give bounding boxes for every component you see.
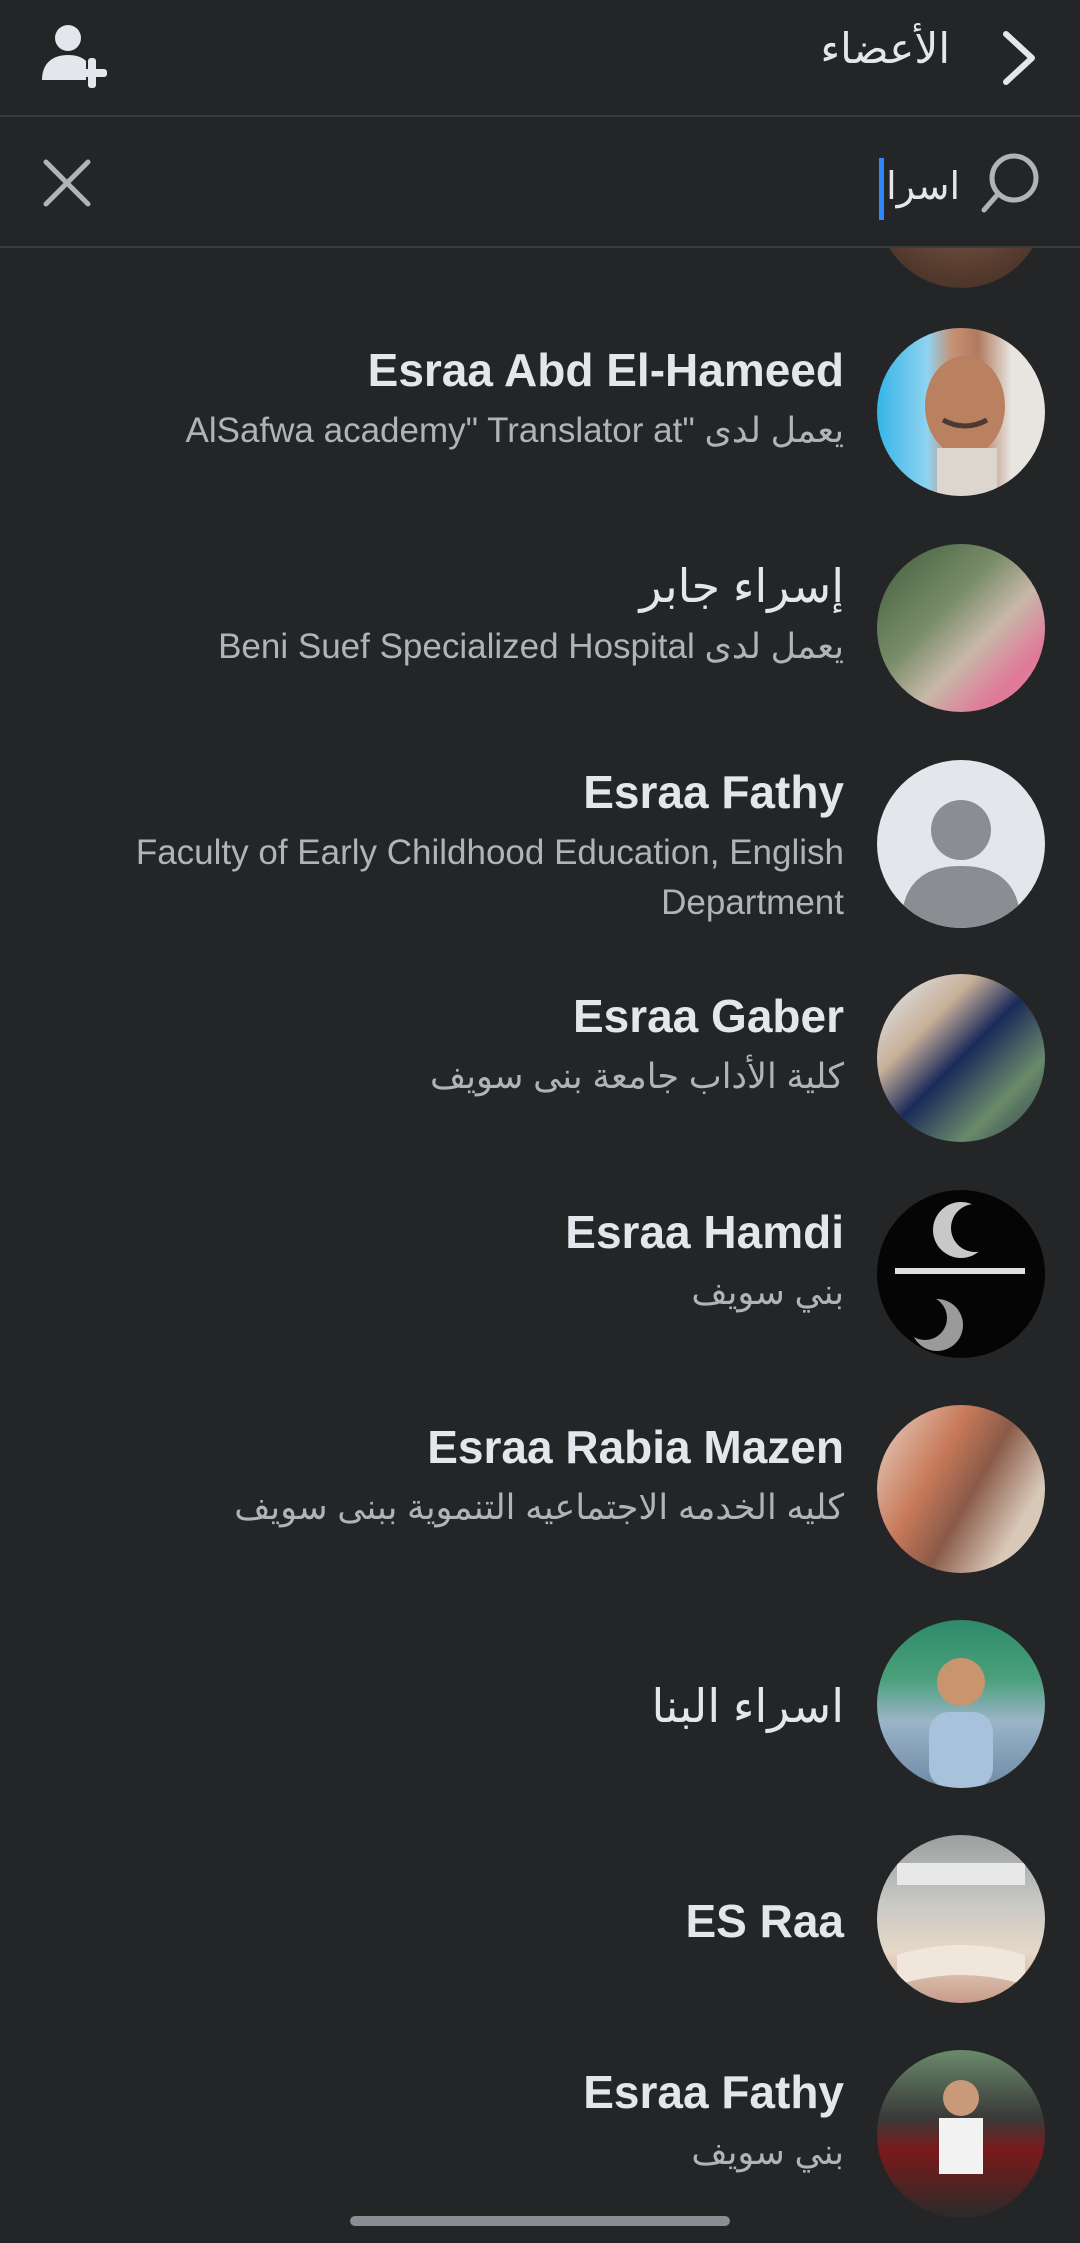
home-indicator[interactable]: [350, 2216, 730, 2226]
member-subtitle: كلية الأداب جامعة بنى سويف: [430, 1057, 844, 1096]
avatar: [877, 1835, 1045, 2003]
list-item[interactable]: Esraa Gaber كلية الأداب جامعة بنى سويف: [0, 974, 1080, 1174]
avatar: [877, 1405, 1045, 1573]
back-button[interactable]: [996, 28, 1042, 88]
search-input[interactable]: اسرا: [260, 158, 960, 220]
chevron-right-icon: [1003, 31, 1035, 85]
list-item[interactable]: Esraa Abd El-Hameed يعمل لدى "AlSafwa ac…: [0, 328, 1080, 528]
member-subtitle: بني سويف: [691, 1273, 844, 1312]
text-caret: [879, 158, 885, 220]
member-name: إسراء جابر: [639, 560, 844, 612]
list-item[interactable]: Esraa Rabia Mazen كليه الخدمه الاجتماعيه…: [0, 1405, 1080, 1605]
member-subtitle: يعمل لدى Beni Suef Specialized Hospital: [218, 627, 844, 666]
list-item[interactable]: Esraa Fathy بني سويف: [0, 2050, 1080, 2243]
member-subtitle: Faculty of Early Childhood Education, En…: [135, 833, 844, 922]
list-item[interactable]: إسراء جابر يعمل لدى Beni Suef Specialize…: [0, 544, 1080, 744]
clear-search-button[interactable]: [38, 154, 96, 212]
avatar: [877, 1190, 1045, 1358]
member-name: Esraa Fathy: [583, 766, 844, 818]
member-name: Esraa Fathy: [583, 2066, 844, 2118]
list-item[interactable]: Esraa Fathy Faculty of Early Childhood E…: [0, 760, 1080, 980]
avatar-placeholder: [877, 760, 1045, 928]
member-name: Esraa Abd El-Hameed: [367, 344, 844, 396]
avatar: [877, 1620, 1045, 1788]
close-icon: [43, 159, 91, 207]
member-name: Esraa Gaber: [572, 990, 844, 1042]
add-user-icon: [42, 25, 107, 88]
avatar: [877, 328, 1045, 496]
avatar: [877, 544, 1045, 712]
member-name: Esraa Rabia Mazen: [427, 1421, 844, 1473]
list-item[interactable]: ES Raa: [0, 1835, 1080, 2035]
top-bar: الأعضاء: [0, 0, 1080, 117]
search-query: اسرا: [886, 166, 960, 209]
member-name: اسراء البنا: [651, 1680, 844, 1732]
search-bar: اسرا: [0, 118, 1080, 248]
list-item[interactable]: Esraa Hamdi بني سويف: [0, 1190, 1080, 1390]
member-name: ES Raa: [685, 1895, 844, 1947]
list-item[interactable]: اسراء البنا: [0, 1620, 1080, 1820]
member-name: Esraa Hamdi: [565, 1206, 844, 1258]
avatar: [877, 974, 1045, 1142]
member-subtitle: بني سويف: [691, 2133, 844, 2172]
avatar: [877, 248, 1045, 288]
member-subtitle: يعمل لدى "AlSafwa academy" Translator at: [185, 411, 845, 450]
members-list: Esraa Abd El-Hameed يعمل لدى "AlSafwa ac…: [0, 248, 1080, 2243]
search-icon[interactable]: [978, 150, 1044, 216]
page-title: الأعضاء: [820, 25, 950, 72]
member-subtitle: كليه الخدمه الاجتماعيه التنموية ببنى سوي…: [234, 1488, 844, 1527]
list-item-partial[interactable]: [0, 248, 1080, 288]
add-member-button[interactable]: [38, 20, 116, 92]
avatar: [877, 2050, 1045, 2218]
